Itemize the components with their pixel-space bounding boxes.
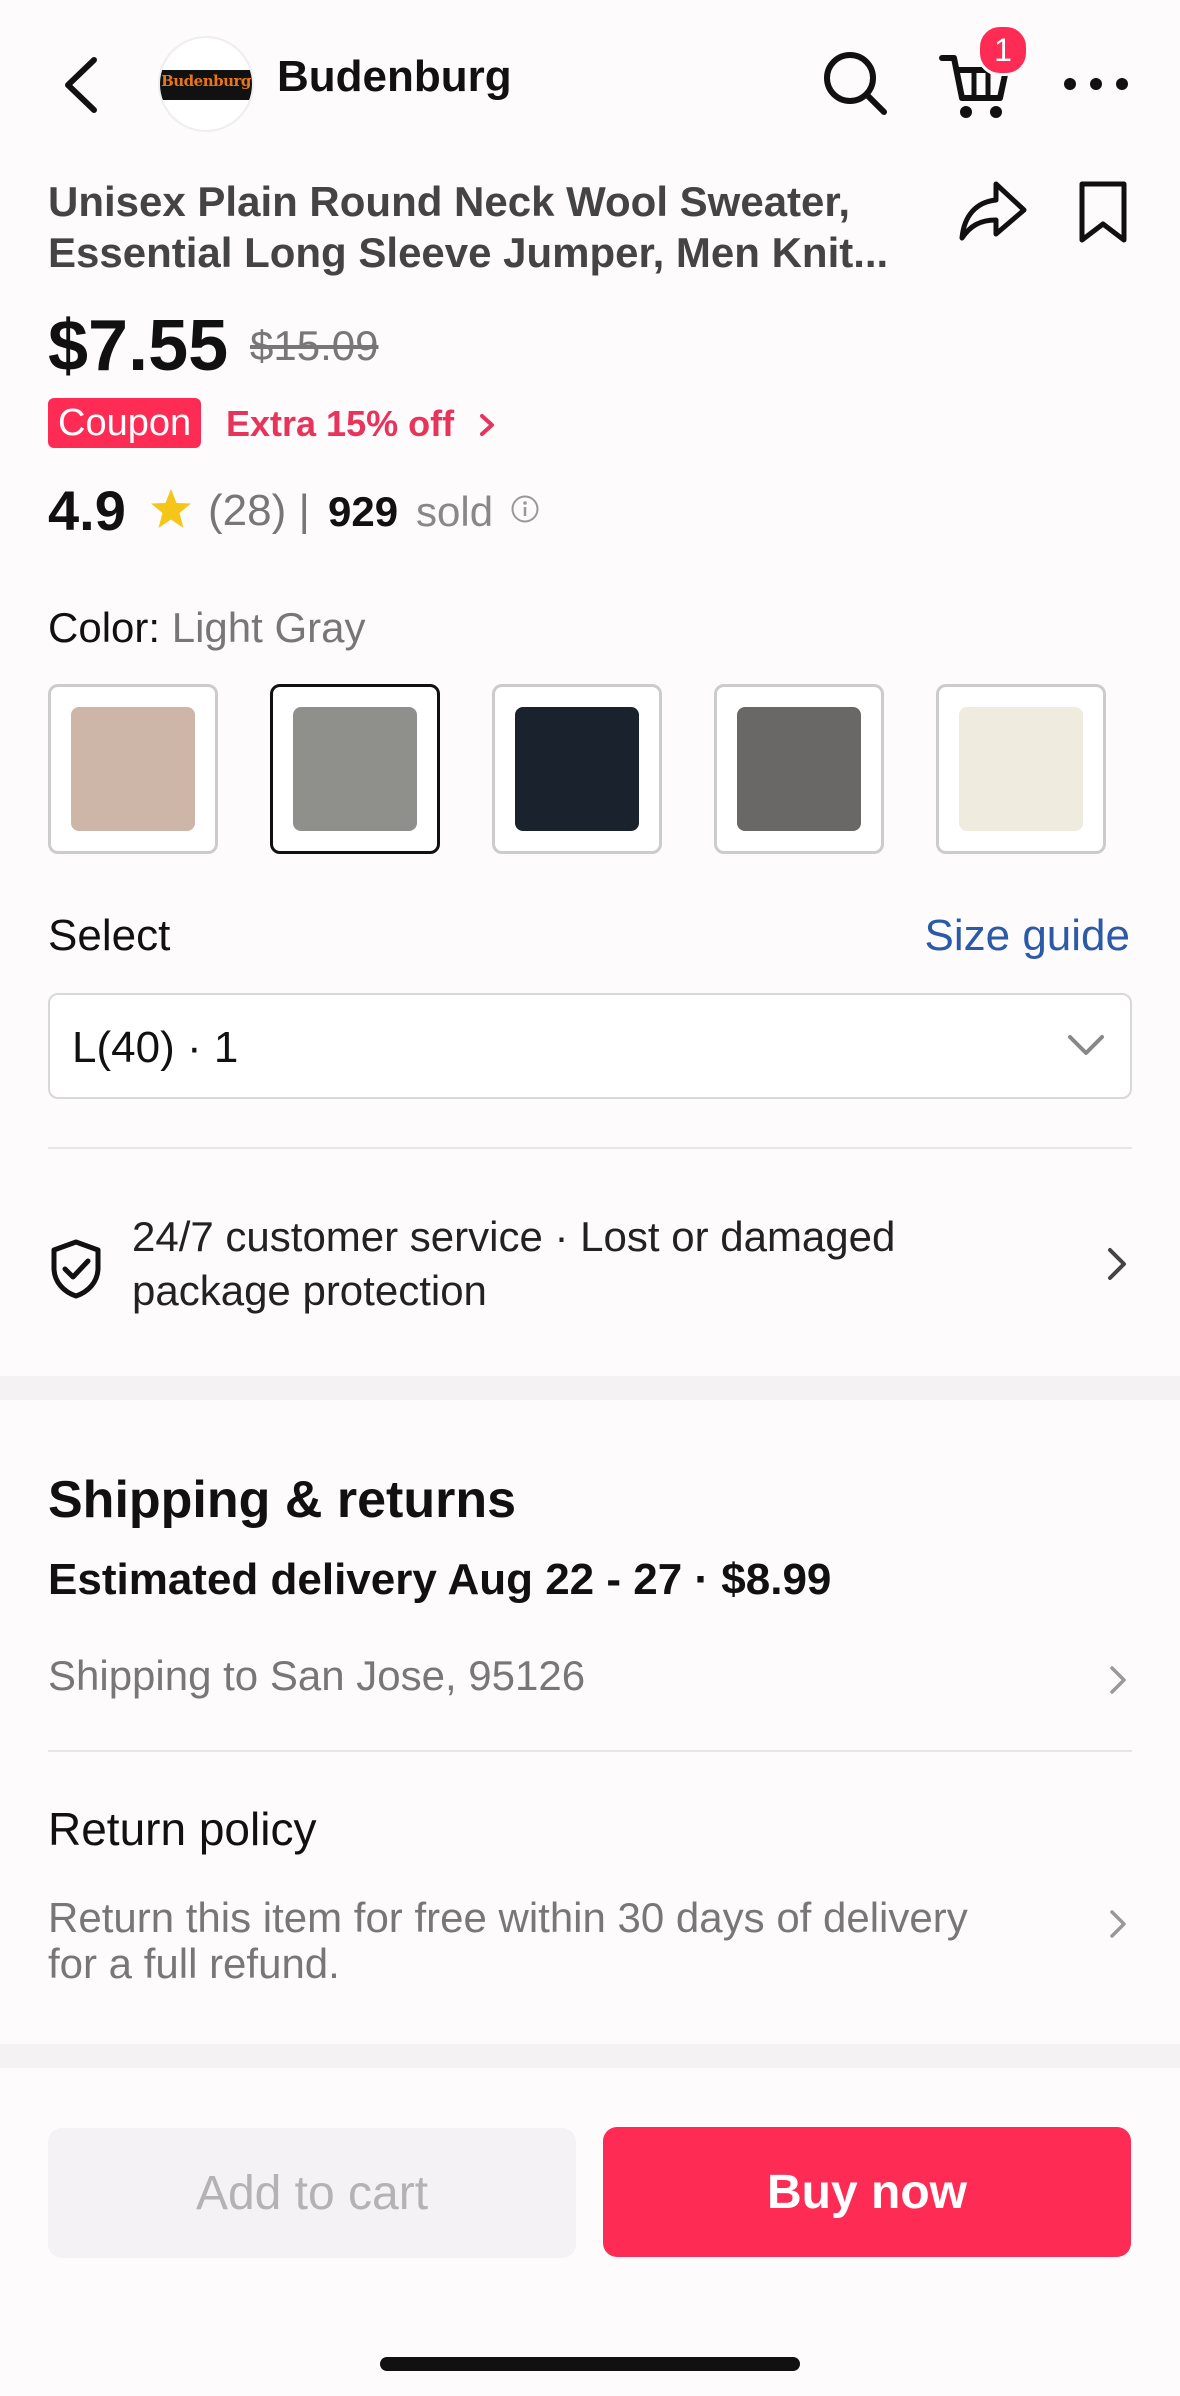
logo-text: Budenburg — [161, 72, 251, 90]
sold-count: 929 — [328, 488, 399, 535]
chevron-right-icon — [1108, 1248, 1126, 1280]
divider — [48, 1147, 1132, 1149]
size-dropdown[interactable]: L(40) · 1 — [48, 993, 1132, 1099]
buy-now-button[interactable]: Buy now — [603, 2127, 1131, 2257]
share-button[interactable] — [956, 174, 1032, 250]
color-swatch-cream[interactable] — [936, 684, 1106, 854]
more-button[interactable] — [1058, 46, 1134, 122]
cart-count-badge: 1 — [977, 24, 1029, 76]
home-indicator[interactable] — [380, 2357, 800, 2371]
selected-color: Light Gray — [171, 604, 366, 651]
product-title-line-1: Unisex Plain Round Neck Wool Sweater, — [48, 178, 851, 225]
color-swatch-light-gray[interactable] — [270, 684, 440, 854]
back-button[interactable] — [52, 50, 112, 120]
current-price: $7.55 — [48, 306, 229, 386]
chevron-right-icon[interactable] — [1104, 1660, 1134, 1700]
bookmark-button[interactable] — [1066, 176, 1142, 252]
chevron-right-icon — [480, 414, 495, 436]
estimated-delivery: Estimated delivery Aug 22 - 27 · $8.99 — [48, 1555, 832, 1604]
review-count[interactable]: (28) | — [208, 486, 310, 536]
return-policy-title: Return policy — [48, 1803, 317, 1855]
info-icon[interactable] — [510, 494, 540, 524]
service-text-line-2: package protection — [132, 1267, 487, 1314]
star-icon — [151, 489, 191, 528]
chevron-right-icon[interactable] — [1104, 1904, 1134, 1944]
bookmark-icon — [1079, 181, 1127, 243]
color-label-text: Color: — [48, 604, 161, 651]
select-label: Select — [48, 911, 171, 960]
size-guide-link[interactable]: Size guide — [925, 911, 1130, 961]
chevron-left-icon — [65, 57, 97, 113]
color-swatch-dark-gray[interactable] — [714, 684, 884, 854]
color-swatch-navy[interactable] — [492, 684, 662, 854]
chevron-down-icon — [1068, 1035, 1104, 1055]
section-separator — [0, 2044, 1180, 2068]
product-title-line-2: Essential Long Sleeve Jumper, Men Knit..… — [48, 229, 889, 276]
return-policy-line-1: Return this item for free within 30 days… — [48, 1894, 968, 1941]
search-icon — [824, 52, 887, 115]
shipping-address[interactable]: Shipping to San Jose, 95126 — [48, 1652, 585, 1700]
more-icon — [1064, 78, 1128, 90]
original-price: $15.09 — [250, 322, 379, 369]
color-label: Color: Light Gray — [48, 604, 365, 652]
coupon-link[interactable]: Extra 15% off — [226, 403, 498, 445]
service-text: 24/7 customer service · Lost or damaged … — [132, 1210, 1032, 1318]
shipping-heading: Shipping & returns — [48, 1471, 516, 1529]
size-selected-value: L(40) · 1 — [72, 1023, 239, 1072]
product-title: Unisex Plain Round Neck Wool Sweater, Es… — [48, 176, 928, 278]
return-policy-line-2: for a full refund. — [48, 1940, 340, 1987]
add-to-cart-button[interactable]: Add to cart — [48, 2128, 576, 2258]
store-name[interactable]: Budenburg — [277, 52, 512, 102]
search-button[interactable] — [818, 46, 894, 122]
divider — [48, 1750, 1132, 1752]
section-separator — [0, 1376, 1180, 1400]
store-logo[interactable]: Budenburg — [158, 36, 254, 132]
return-policy-text[interactable]: Return this item for free within 30 days… — [48, 1895, 1048, 1987]
coupon-badge[interactable]: Coupon — [48, 398, 202, 448]
coupon-text: Extra 15% off — [226, 403, 455, 444]
rating-value: 4.9 — [48, 479, 126, 542]
sold-label: sold — [416, 488, 494, 535]
shield-check-icon — [51, 1239, 101, 1299]
share-icon — [959, 181, 1027, 241]
service-text-line-1: 24/7 customer service · Lost or damaged — [132, 1213, 896, 1260]
color-swatch-pink-beige[interactable] — [48, 684, 218, 854]
service-protection-row[interactable]: 24/7 customer service · Lost or damaged … — [48, 1210, 1132, 1324]
